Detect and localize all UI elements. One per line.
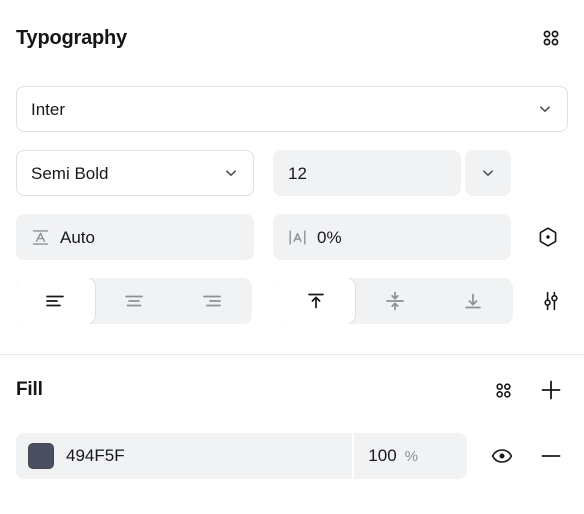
font-weight-value: Semi Bold (31, 163, 109, 183)
font-family-value: Inter (31, 99, 66, 119)
four-dots-grid-icon (540, 27, 562, 49)
line-height-value: Auto (60, 227, 95, 247)
font-weight-select[interactable]: Semi Bold (16, 150, 254, 196)
align-top-button[interactable] (276, 278, 356, 324)
fill-styles-button[interactable] (486, 373, 520, 407)
fill-title: Fill (16, 379, 43, 400)
font-weight-size-row: Semi Bold 12 (0, 150, 584, 196)
minus-icon (538, 443, 564, 469)
align-right-icon (199, 288, 225, 314)
fill-header-actions (486, 373, 568, 407)
letter-spacing-value: 0% (317, 227, 342, 247)
hexagon-token-icon (537, 226, 559, 248)
letter-spacing-input[interactable]: 0% (273, 214, 511, 260)
fill-swatch-button[interactable] (16, 443, 66, 469)
align-bottom-icon (460, 288, 486, 314)
tune-sliders-icon (540, 290, 562, 312)
align-right-button[interactable] (173, 278, 252, 324)
fill-opacity-input[interactable]: 100 (368, 446, 396, 466)
plus-icon (538, 377, 564, 403)
properties-panel: Typography Inter Semi Bold 12 Auto 0% Fi… (0, 0, 584, 514)
align-middle-icon (382, 288, 408, 314)
align-bottom-button[interactable] (434, 278, 513, 324)
typography-header-actions (534, 21, 568, 55)
font-family-select[interactable]: Inter (16, 86, 568, 132)
horizontal-align-group (16, 278, 252, 324)
align-top-icon (303, 288, 329, 314)
four-dots-grid-icon (493, 380, 514, 401)
font-size-value: 12 (288, 163, 307, 183)
alignment-row (0, 278, 584, 324)
add-fill-button[interactable] (534, 373, 568, 407)
fill-opacity-cell: 100 % (352, 433, 467, 479)
align-left-icon (42, 288, 68, 314)
color-swatch (28, 443, 54, 469)
chevron-down-icon (223, 165, 239, 181)
page-title: Typography (16, 26, 127, 49)
fill-visibility-toggle[interactable] (485, 439, 518, 473)
align-left-button[interactable] (16, 278, 95, 324)
line-height-input[interactable]: Auto (16, 214, 254, 260)
remove-fill-button[interactable] (535, 439, 568, 473)
font-family-row: Inter (0, 86, 584, 132)
fill-item-row: 494F5F 100 % (0, 433, 584, 479)
line-height-letter-spacing-row: Auto 0% (0, 214, 584, 260)
align-center-icon (121, 288, 147, 314)
fill-hex-input[interactable]: 494F5F (66, 446, 352, 466)
chevron-down-icon (480, 165, 496, 181)
typography-variable-button[interactable] (531, 220, 565, 254)
typography-styles-button[interactable] (534, 21, 568, 55)
font-size-dropdown-button[interactable] (465, 150, 511, 196)
align-center-button[interactable] (95, 278, 174, 324)
line-height-icon (31, 228, 50, 247)
letter-spacing-icon (288, 228, 307, 247)
vertical-align-group (276, 278, 513, 324)
typography-section-header: Typography (0, 0, 584, 76)
percent-label: % (404, 447, 418, 465)
font-size-input[interactable]: 12 (273, 150, 461, 196)
type-settings-button[interactable] (535, 284, 568, 318)
align-middle-button[interactable] (355, 278, 434, 324)
chevron-down-icon (537, 101, 553, 117)
fill-section-header: Fill (0, 355, 584, 425)
font-size-group: 12 (273, 150, 511, 196)
eye-icon (490, 444, 514, 468)
fill-color-field: 494F5F 100 % (16, 433, 468, 479)
